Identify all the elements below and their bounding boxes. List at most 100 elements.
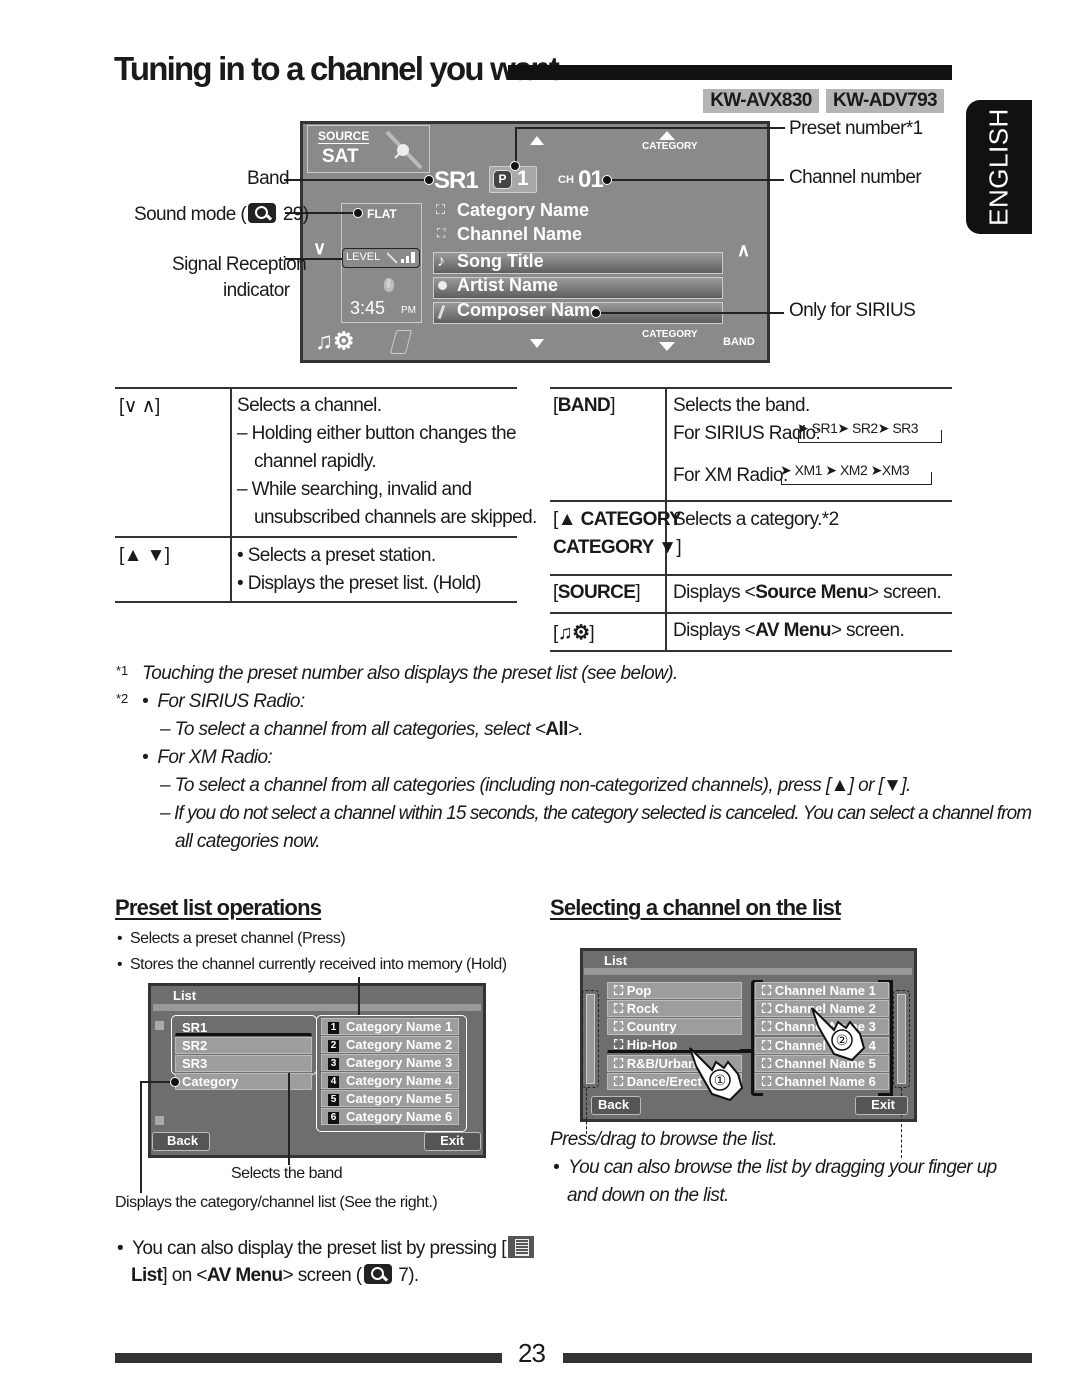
category-icon: ⛶ (614, 983, 627, 998)
sound-mode-value[interactable]: FLAT (367, 207, 397, 221)
channel-icon: ⛶ (762, 1074, 775, 1089)
category-item[interactable]: ⛶ Rock (607, 1000, 742, 1017)
music-note-icon: ♪ (437, 253, 445, 270)
language-tab-label: ENGLISH (983, 108, 1014, 226)
callout-band: Band (247, 168, 290, 189)
table-cell-text: – While searching, invalid and (237, 479, 472, 500)
av-menu-button[interactable]: ♫⚙ (315, 327, 355, 356)
category-down-arrow-icon[interactable] (659, 342, 675, 351)
hand-pointer-icon: ② (811, 1007, 866, 1062)
preset-list-note-cont: List] on <AV Menu> screen ( 7). (131, 1264, 419, 1287)
preset-item[interactable]: 3 Category Name 3 (321, 1054, 459, 1071)
category-icon: ⛶ (614, 1056, 627, 1071)
leader-line (515, 127, 785, 129)
scroll-up-icon[interactable] (155, 1021, 164, 1030)
table-rule (550, 612, 952, 614)
leader-line (140, 1081, 142, 1193)
band-cycle-loop (781, 472, 932, 485)
channel-up-button[interactable]: ∧ (737, 240, 750, 261)
category-up-arrow-icon[interactable] (659, 131, 675, 140)
back-button[interactable]: Back (152, 1132, 210, 1151)
table-cell-text: Displays <Source Menu> screen. (673, 582, 942, 604)
right-scrollbar[interactable] (897, 994, 906, 1084)
table-rule (550, 650, 952, 652)
table-rule (550, 387, 952, 389)
channel-item[interactable]: ⛶ Channel Name 1 (755, 982, 889, 999)
category-name: Category Name (457, 200, 590, 220)
level-label: LEVEL (346, 251, 381, 263)
channel-icon: ⛶ (762, 1056, 775, 1071)
preset-up-arrow-icon[interactable] (530, 136, 544, 145)
table-cell-text: • Selects a preset station. (237, 545, 436, 566)
channel-icon: ⛶ (762, 1001, 775, 1016)
callout-sound-mode: Sound mode ( 29) (134, 203, 309, 226)
exit-button[interactable]: Exit (855, 1096, 908, 1115)
preset-item[interactable]: 6 Category Name 6 (321, 1108, 459, 1125)
preset-down-arrow-icon[interactable] (530, 339, 544, 348)
preset-item[interactable]: 5 Category Name 5 (321, 1090, 459, 1107)
preset-item[interactable]: 1 Category Name 1 (321, 1018, 459, 1035)
category-down-button[interactable]: CATEGORY (642, 329, 698, 340)
category-icon: ⛶ (614, 1074, 627, 1089)
text-span: You can also browse the list by dragging… (568, 1157, 997, 1178)
band-display: SR1 (434, 167, 479, 194)
leader-dot (510, 161, 520, 171)
text-span: > screen ( (282, 1265, 363, 1286)
channel-item[interactable]: ⛶ Channel Name 6 (755, 1073, 889, 1090)
key-preset-up-down: [▲ ▼] (119, 545, 170, 566)
back-button[interactable]: Back (591, 1096, 641, 1115)
model-badge: KW-ADV793 (826, 89, 944, 113)
scroll-down-icon[interactable] (155, 1116, 164, 1125)
preset-item[interactable]: 2 Category Name 2 (321, 1036, 459, 1053)
footnote-1: Touching the preset number also displays… (142, 663, 678, 684)
band-item-sr1[interactable]: SR1 (175, 1019, 312, 1036)
bluetooth-icon: ᛒ (384, 278, 394, 292)
channel-icon: ⛶ (762, 1038, 775, 1053)
exit-button[interactable]: Exit (424, 1132, 481, 1151)
preset-item[interactable]: 4 Category Name 4 (321, 1072, 459, 1089)
caption-category-list: Displays the category/channel list (See … (115, 1194, 438, 1211)
artist-name: Artist Name (457, 275, 559, 295)
category-item-label: Hip-Hop (626, 1037, 678, 1052)
band-item-sr3[interactable]: SR3 (175, 1055, 312, 1072)
page-title: Tuning in to a channel you want (114, 50, 560, 87)
model-badge: KW-AVX830 (703, 89, 819, 113)
source-button[interactable]: SOURCE SAT (307, 125, 430, 173)
leader-line (288, 1073, 290, 1165)
text-bold: All (545, 719, 568, 740)
magnifier-icon (248, 203, 277, 223)
key-band-label: BAND (557, 395, 611, 416)
category-button[interactable]: Category (175, 1073, 312, 1090)
source-value: SAT (322, 146, 359, 167)
category-item[interactable]: ⛶ Pop (607, 982, 742, 999)
song-title: Song Title (457, 251, 544, 271)
title-rule (508, 65, 952, 80)
key-category-up-label: ▲ CATEGORY (557, 509, 682, 530)
category-up-button[interactable]: CATEGORY (642, 141, 698, 152)
band-button[interactable]: BAND (723, 336, 755, 348)
key-category-up: [▲ CATEGORY (553, 509, 682, 530)
table-cell-text: • Displays the preset list. (Hold) (237, 573, 482, 594)
text-span: > screen. (830, 620, 905, 641)
preset-list-note: • You can also display the preset list b… (117, 1236, 534, 1260)
leader-dot (602, 175, 612, 185)
callout-signal-reception: Signal Reception (172, 254, 307, 275)
channel-down-button[interactable]: ∨ (313, 238, 326, 259)
table-rule (115, 601, 517, 603)
list-title-strip (584, 968, 912, 975)
caption-press-drag: Press/drag to browse the list. (550, 1129, 778, 1150)
leader-dot (424, 175, 434, 185)
selecting-bullet: • You can also browse the list by draggi… (553, 1157, 997, 1178)
left-scrollbar[interactable] (586, 994, 595, 1084)
preset-number: 1 (517, 167, 529, 190)
clock-time: 3:45 (350, 298, 386, 318)
text-span: For XM Radio: (157, 747, 273, 768)
leader-line (515, 127, 517, 165)
category-item[interactable]: ⛶ Country (607, 1018, 742, 1035)
list-title-strip (153, 1004, 481, 1011)
band-item-sr2[interactable]: SR2 (175, 1037, 312, 1054)
selecting-bullet-cont: and down on the list. (567, 1185, 729, 1206)
leader-line (586, 1088, 589, 1134)
callout-sound-mode-ref: 29) (282, 204, 309, 225)
channel-item-label: Channel Name 1 (774, 983, 876, 998)
